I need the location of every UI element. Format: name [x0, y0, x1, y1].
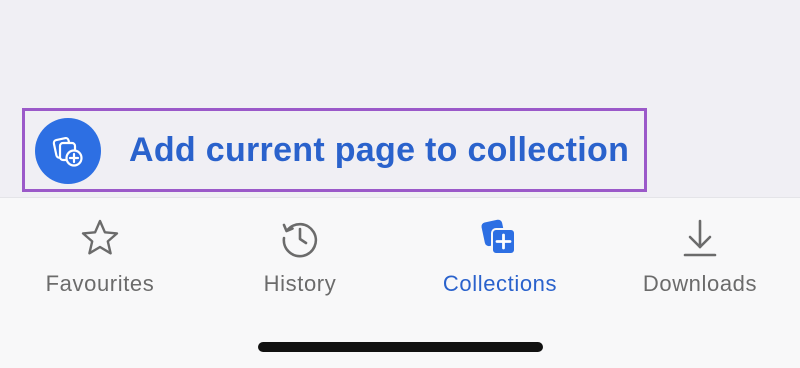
download-icon: [677, 215, 723, 261]
tab-downloads[interactable]: Downloads: [600, 198, 800, 308]
tab-collections[interactable]: Collections: [400, 198, 600, 308]
add-to-collection-label: Add current page to collection: [129, 131, 630, 169]
star-icon: [77, 215, 123, 261]
add-to-collection-icon: [35, 118, 101, 184]
bottom-tab-bar: Favourites History Collections Downloads: [0, 197, 800, 368]
tab-collections-label: Collections: [442, 271, 558, 296]
add-to-collection-button[interactable]: Add current page to collection: [22, 108, 647, 192]
tab-favourites[interactable]: Favourites: [0, 198, 200, 308]
home-indicator[interactable]: [258, 342, 543, 352]
collections-icon: [477, 215, 523, 261]
tab-downloads-label: Downloads: [642, 271, 758, 296]
history-icon: [277, 215, 323, 261]
tab-favourites-label: Favourites: [45, 271, 155, 296]
tab-history-label: History: [263, 271, 337, 296]
tab-history[interactable]: History: [200, 198, 400, 308]
